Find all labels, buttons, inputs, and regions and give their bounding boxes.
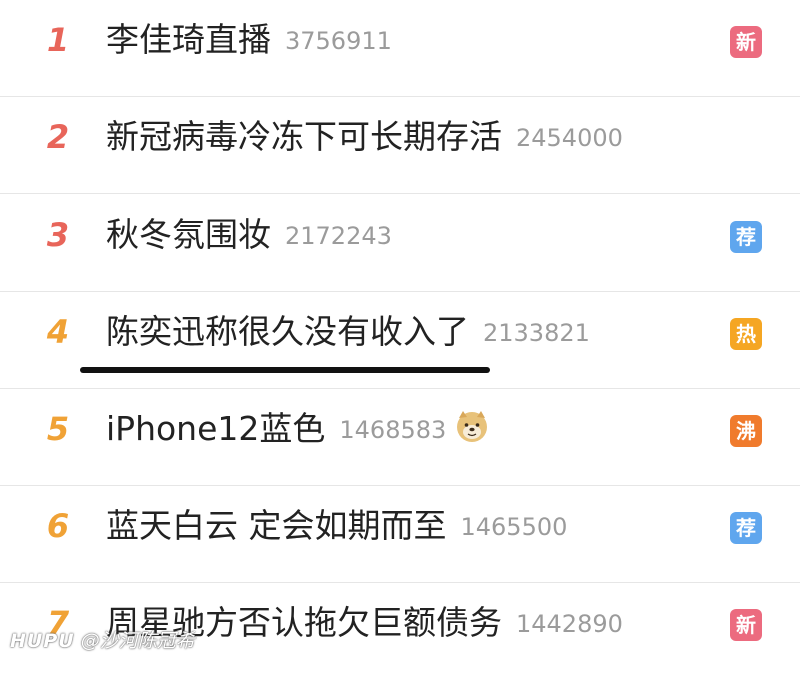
heat-count: 2454000 <box>516 124 623 152</box>
new-badge: 新 <box>730 609 762 641</box>
recommend-badge: 荐 <box>730 512 762 544</box>
boiling-badge: 沸 <box>730 415 762 447</box>
heat-count: 2133821 <box>483 319 590 347</box>
heat-count: 1442890 <box>516 610 623 638</box>
rank-number: 2 <box>46 118 70 156</box>
watermark: HUPU @沙河陈冠希 <box>10 626 195 653</box>
topic-title-row[interactable]: 新冠病毒冷冻下可长期存活 2454000 <box>106 115 623 160</box>
topic-title[interactable]: 李佳琦直播 <box>106 20 271 59</box>
new-badge: 新 <box>730 26 762 58</box>
heat-count: 1468583 <box>339 416 447 444</box>
hot-search-row-3[interactable]: 3 秋冬氛围妆 2172243 荐 <box>0 195 800 292</box>
topic-title-row[interactable]: iPhone12蓝色 1468583 <box>106 407 490 452</box>
rank-number: 4 <box>46 313 70 351</box>
hot-search-row-5[interactable]: 5 iPhone12蓝色 1468583 沸 <box>0 389 800 486</box>
hot-badge: 热 <box>730 318 762 350</box>
recommend-badge: 荐 <box>730 221 762 253</box>
heat-count: 2172243 <box>285 222 392 250</box>
topic-title-row[interactable]: 陈奕迅称很久没有收入了 2133821 <box>106 310 590 355</box>
topic-title[interactable]: iPhone12蓝色 <box>106 409 325 448</box>
hot-search-row-1[interactable]: 1 李佳琦直播 3756911 新 <box>0 0 800 97</box>
topic-title-row[interactable]: 李佳琦直播 3756911 <box>106 18 392 63</box>
heat-count: 1465500 <box>460 513 568 541</box>
hot-search-list: 1 李佳琦直播 3756911 新 2 新冠病毒冷冻下可长期存活 2454000 3… <box>0 0 800 655</box>
watermark-handle: @沙河陈冠希 <box>80 630 195 652</box>
hot-search-row-6[interactable]: 6 蓝天白云 定会如期而至 1465500 荐 <box>0 486 800 583</box>
topic-title-row[interactable]: 蓝天白云 定会如期而至 1465500 <box>106 504 567 549</box>
hand-drawn-underline <box>80 367 490 373</box>
hot-search-row-2[interactable]: 2 新冠病毒冷冻下可长期存活 2454000 <box>0 97 800 194</box>
topic-title[interactable]: 新冠病毒冷冻下可长期存活 <box>106 117 502 156</box>
topic-title[interactable]: 蓝天白云 定会如期而至 <box>106 506 447 545</box>
topic-title[interactable]: 秋冬氛围妆 <box>106 215 271 254</box>
topic-title[interactable]: 陈奕迅称很久没有收入了 <box>106 312 469 351</box>
heat-count: 3756911 <box>285 27 392 55</box>
rank-number: 6 <box>46 507 70 545</box>
topic-title-row[interactable]: 秋冬氛围妆 2172243 <box>106 213 392 258</box>
hot-search-row-4[interactable]: 4 陈奕迅称很久没有收入了 2133821 热 <box>0 292 800 389</box>
rank-number: 1 <box>46 21 70 59</box>
rank-number: 3 <box>46 216 70 254</box>
rank-number: 5 <box>46 410 70 448</box>
watermark-brand: HUPU <box>10 630 75 652</box>
doge-emoji-icon <box>457 411 488 442</box>
